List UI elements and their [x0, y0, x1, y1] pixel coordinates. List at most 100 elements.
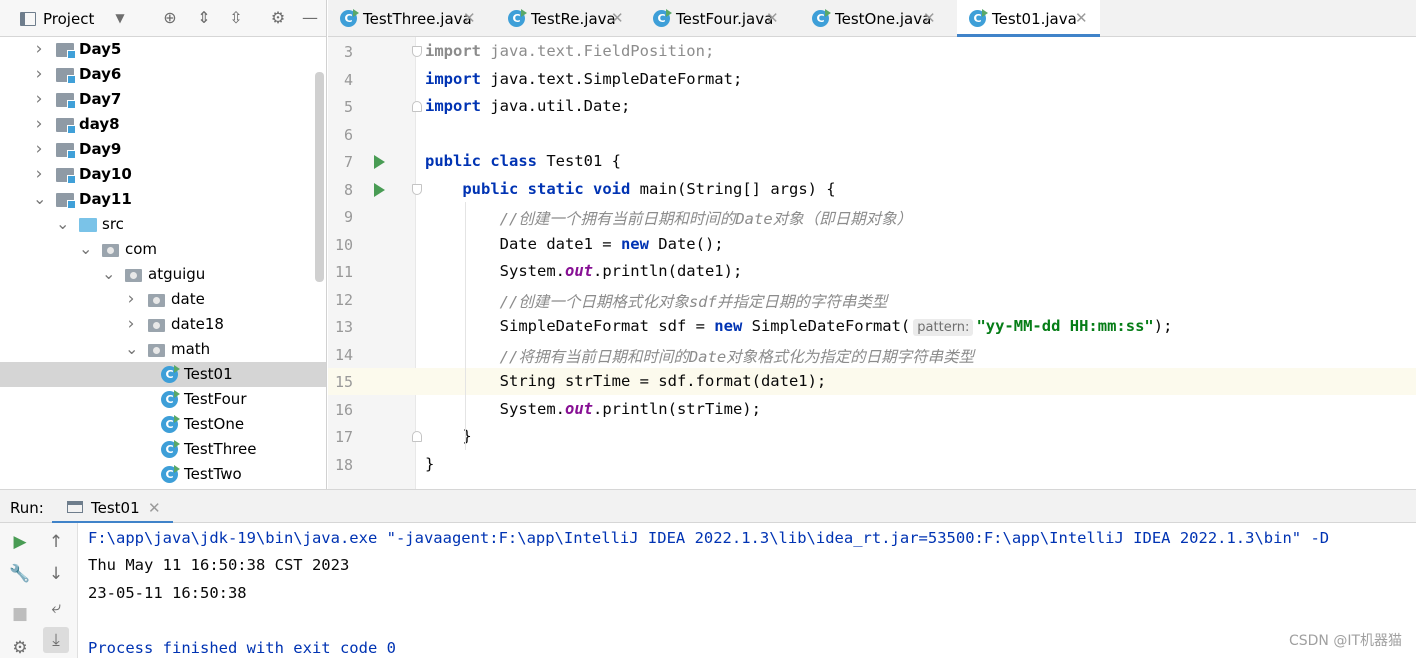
chevron-right-icon[interactable]: ›: [125, 291, 137, 308]
tree-item[interactable]: ⌄ com: [0, 237, 326, 262]
code-line[interactable]: 12 //创建一个日期格式化对象sdf并指定日期的字符串类型: [328, 286, 1416, 313]
close-icon[interactable]: ✕: [923, 9, 936, 27]
stop-icon[interactable]: ■: [7, 601, 33, 627]
chevron-right-icon[interactable]: ›: [33, 141, 45, 158]
java-class-icon: C: [161, 466, 178, 483]
hide-panel-icon[interactable]: —: [300, 8, 320, 28]
tree-item[interactable]: C Test01: [0, 362, 326, 387]
code-line[interactable]: 15 String strTime = sdf.format(date1);: [328, 368, 1416, 395]
code-line[interactable]: 11 System.out.println(date1);: [328, 258, 1416, 285]
project-tool-window: Project ▼ ⊕ ⇕ ⇳ ⚙ — › Day5 › Day6 › Day7 › day8…: [0, 0, 327, 489]
rerun-icon[interactable]: ▶: [7, 529, 33, 555]
module-icon: [56, 93, 76, 109]
fold-marker-icon[interactable]: [412, 46, 422, 57]
code-line[interactable]: 8 public static void main(String[] args)…: [328, 176, 1416, 203]
close-icon[interactable]: ✕: [1075, 9, 1088, 27]
collapse-all-icon[interactable]: ⇳: [226, 8, 246, 28]
chevron-right-icon[interactable]: ›: [33, 166, 45, 183]
tree-item[interactable]: › Day5: [0, 37, 326, 62]
run-gutter-icon[interactable]: [374, 155, 385, 169]
fold-marker-icon[interactable]: [412, 431, 422, 442]
code-line[interactable]: 4 import java.text.SimpleDateFormat;: [328, 66, 1416, 93]
tree-item-label: src: [102, 215, 124, 233]
tree-item[interactable]: ⌄ atguigu: [0, 262, 326, 287]
tree-item[interactable]: ⌄ math: [0, 337, 326, 362]
code-line[interactable]: 7 public class Test01 {: [328, 148, 1416, 175]
close-icon[interactable]: ✕: [148, 499, 161, 517]
module-icon: [56, 68, 76, 84]
code-line[interactable]: 9 //创建一个拥有当前日期和时间的Date对象（即日期对象）: [328, 203, 1416, 230]
package-icon: [148, 344, 165, 357]
gear-icon[interactable]: ⚙: [268, 8, 288, 28]
tree-item[interactable]: › Day7: [0, 87, 326, 112]
editor-tab[interactable]: C Test01.java ✕: [957, 0, 1100, 37]
code-line[interactable]: 18}: [328, 451, 1416, 478]
module-icon: [56, 43, 76, 59]
chevron-right-icon[interactable]: ›: [33, 91, 45, 108]
wrench-icon[interactable]: 🔧: [7, 561, 33, 587]
tree-item[interactable]: › date18: [0, 312, 326, 337]
code-line[interactable]: 10 Date date1 = new Date();: [328, 231, 1416, 258]
arrow-down-icon[interactable]: ↓: [43, 561, 69, 587]
locate-file-icon[interactable]: ⊕: [160, 8, 180, 28]
chevron-down-icon[interactable]: ⌄: [79, 241, 92, 257]
chevron-right-icon[interactable]: ›: [33, 41, 45, 58]
run-tab-label: Test01: [91, 499, 140, 517]
code-line[interactable]: 17 }: [328, 423, 1416, 450]
scroll-to-end-icon[interactable]: ⤓: [43, 627, 69, 653]
tree-item[interactable]: › Day10: [0, 162, 326, 187]
close-icon[interactable]: ✕: [766, 9, 779, 27]
tree-item[interactable]: › date: [0, 287, 326, 312]
tree-item[interactable]: ⌄ src: [0, 212, 326, 237]
tree-item[interactable]: C TestThree: [0, 437, 326, 462]
chevron-right-icon[interactable]: ›: [125, 316, 137, 333]
run-tab-test01[interactable]: Test01 ✕: [52, 490, 173, 524]
soft-wrap-icon[interactable]: ⤶: [43, 595, 69, 621]
chevron-right-icon[interactable]: ›: [33, 66, 45, 83]
code-text: //将拥有当前日期和时间的Date对象格式化为指定的日期字符串类型: [499, 347, 975, 366]
close-icon[interactable]: ✕: [611, 9, 624, 27]
chevron-down-icon[interactable]: ⌄: [125, 341, 138, 357]
chevron-down-icon[interactable]: ⌄: [33, 191, 46, 207]
line-number: 3: [343, 43, 353, 61]
settings-icon[interactable]: ⚙: [7, 635, 33, 658]
chevron-right-icon[interactable]: ›: [33, 116, 45, 133]
editor-tab[interactable]: C TestOne.java ✕: [800, 0, 948, 37]
code-line[interactable]: 13 SimpleDateFormat sdf = new SimpleDate…: [328, 313, 1416, 340]
run-console[interactable]: F:\app\java\jdk-19\bin\java.exe "-javaag…: [78, 523, 1416, 658]
editor-tab[interactable]: C TestRe.java ✕: [496, 0, 636, 37]
arrow-up-icon[interactable]: ↑: [43, 529, 69, 555]
project-view-selector[interactable]: Project: [43, 10, 94, 28]
tree-item[interactable]: › Day9: [0, 137, 326, 162]
close-icon[interactable]: ✕: [463, 9, 476, 27]
code-line[interactable]: 3 import java.text.FieldPosition;: [328, 38, 1416, 65]
tree-item[interactable]: C TestTwo: [0, 462, 326, 487]
module-icon: [56, 143, 76, 159]
tree-item[interactable]: › day8: [0, 112, 326, 137]
code-line[interactable]: 5 import java.util.Date;: [328, 93, 1416, 120]
run-gutter-icon[interactable]: [374, 182, 385, 197]
code-line[interactable]: 6: [328, 121, 1416, 148]
tree-item[interactable]: ⌄ Day11: [0, 187, 326, 212]
chevron-down-icon[interactable]: ⌄: [102, 266, 115, 282]
console-output-line: Thu May 11 16:50:38 CST 2023: [88, 556, 350, 574]
expand-all-icon[interactable]: ⇕: [194, 8, 214, 28]
code-line[interactable]: 16 System.out.println(strTime);: [328, 396, 1416, 423]
project-scrollbar[interactable]: [315, 72, 324, 282]
code-text: Date date1 = new Date();: [425, 234, 724, 253]
line-number: 12: [334, 290, 353, 309]
fold-marker-icon[interactable]: [412, 183, 422, 195]
editor-tab[interactable]: C TestFour.java ✕: [641, 0, 791, 37]
module-icon: [56, 193, 76, 209]
code-editor[interactable]: 3 import java.text.FieldPosition; 4 import …: [328, 37, 1416, 489]
code-text: //创建一个拥有当前日期和时间的Date对象（即日期对象）: [499, 210, 913, 228]
fold-marker-icon[interactable]: [412, 101, 422, 112]
chevron-down-icon[interactable]: ⌄: [56, 216, 69, 232]
chevron-down-icon[interactable]: ▼: [110, 8, 130, 28]
tree-item[interactable]: › Day6: [0, 62, 326, 87]
tree-item[interactable]: C TestOne: [0, 412, 326, 437]
editor-tab[interactable]: C TestThree.java ✕: [328, 0, 488, 37]
line-number: 5: [343, 98, 353, 116]
code-line[interactable]: 14 //将拥有当前日期和时间的Date对象格式化为指定的日期字符串类型: [328, 341, 1416, 368]
tree-item[interactable]: C TestFour: [0, 387, 326, 412]
